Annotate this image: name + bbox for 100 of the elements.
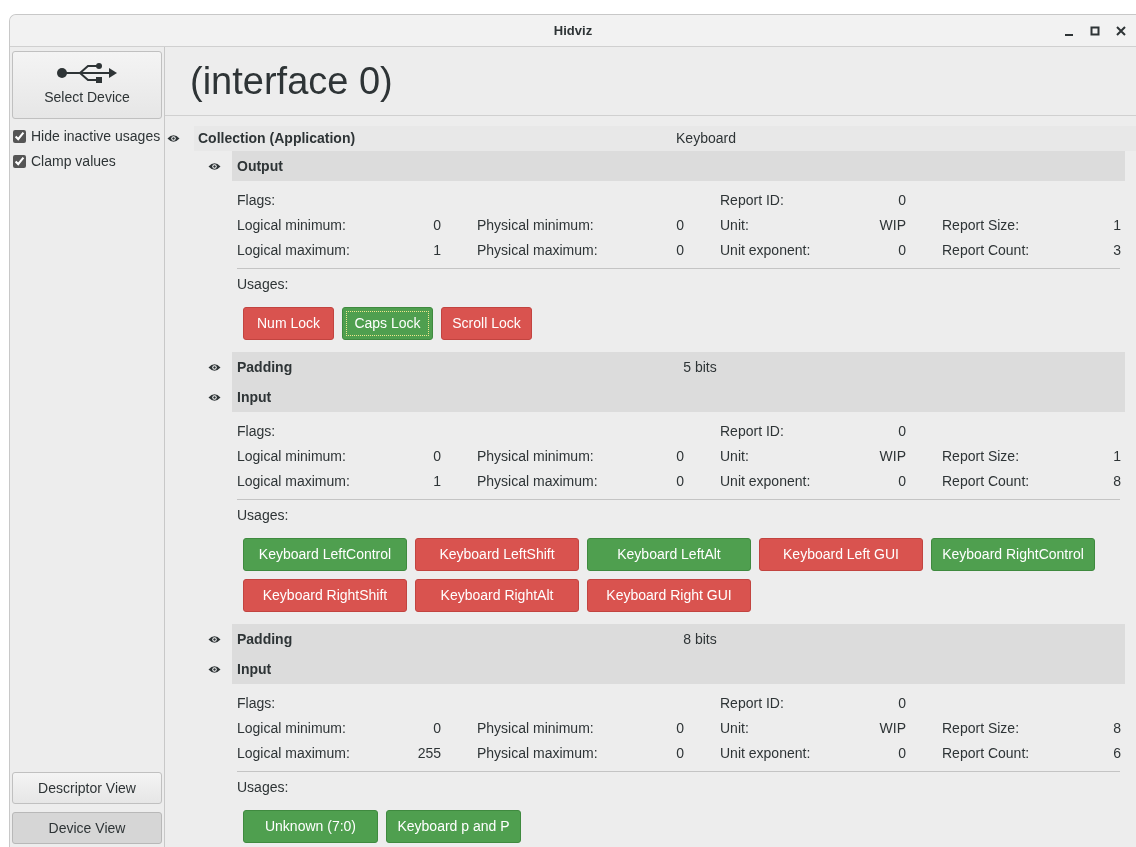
view-button[interactable]: Device View — [12, 812, 162, 844]
eye-icon[interactable] — [208, 664, 221, 674]
property-value: 0 — [898, 473, 906, 489]
property-label: Flags: — [237, 192, 276, 208]
property-value: 8 — [1113, 473, 1121, 489]
usage-button[interactable]: Keyboard LeftAlt — [587, 538, 751, 571]
usage-button[interactable]: Keyboard p and P — [386, 810, 521, 843]
property-label: Report Count: — [942, 473, 1030, 489]
usage-button[interactable]: Keyboard Right GUI — [587, 579, 751, 612]
property-label: Report ID: — [720, 423, 784, 439]
property-value: 0 — [898, 242, 906, 258]
usage-button[interactable]: Keyboard RightShift — [243, 579, 407, 612]
property-label: Unit: — [720, 720, 749, 736]
field-title: Padding — [237, 357, 293, 377]
collection-label: Collection (Application) — [198, 129, 356, 148]
property-value: WIP — [879, 217, 906, 233]
property-label: Logical maximum: — [237, 745, 350, 761]
view-button[interactable]: Descriptor View — [12, 772, 162, 804]
property-label: Physical maximum: — [477, 745, 598, 761]
field-title: Output — [237, 156, 283, 176]
property-label: Physical minimum: — [477, 217, 594, 233]
usage-button[interactable]: Keyboard RightAlt — [415, 579, 579, 612]
eye-icon[interactable] — [208, 634, 221, 644]
property-label: Unit exponent: — [720, 473, 811, 489]
property-label: Report Size: — [942, 720, 1020, 736]
usage-button[interactable]: Keyboard Left GUI — [759, 538, 923, 571]
usages-label: Usages: — [237, 275, 289, 294]
property-label: Logical maximum: — [237, 242, 350, 258]
interface-heading: (interface 0) — [165, 47, 1136, 116]
property-label: Report Size: — [942, 217, 1020, 233]
property-value: 0 — [898, 423, 906, 439]
property-value: 0 — [676, 745, 684, 761]
eye-icon[interactable] — [208, 362, 221, 372]
checkbox[interactable] — [13, 155, 26, 168]
field-title: Input — [237, 659, 272, 679]
property-value: 0 — [676, 448, 684, 464]
property-value: 0 — [676, 473, 684, 489]
property-label: Unit exponent: — [720, 242, 811, 258]
property-label: Flags: — [237, 423, 276, 439]
property-value: 255 — [417, 745, 441, 761]
property-value: WIP — [879, 720, 906, 736]
usage-button[interactable]: Keyboard LeftShift — [415, 538, 579, 571]
usage-button[interactable]: Keyboard LeftControl — [243, 538, 407, 571]
property-value: WIP — [879, 448, 906, 464]
property-label: Logical minimum: — [237, 448, 346, 464]
property-label: Report ID: — [720, 695, 784, 711]
property-value: 0 — [898, 192, 906, 208]
property-label: Physical minimum: — [477, 448, 594, 464]
window-title: Hidviz — [553, 21, 593, 40]
usage-button[interactable]: Unknown (7:0) — [243, 810, 378, 843]
checkbox-label: Hide inactive usages — [31, 127, 161, 146]
collection-value: Keyboard — [675, 129, 737, 148]
usb-icon — [56, 62, 118, 84]
property-value: 1 — [433, 242, 441, 258]
property-label: Unit: — [720, 448, 749, 464]
eye-icon[interactable] — [167, 134, 180, 143]
property-label: Physical minimum: — [477, 720, 594, 736]
property-value: 1 — [433, 473, 441, 489]
maximize-icon — [1090, 26, 1100, 36]
property-value: 0 — [898, 695, 906, 711]
property-value: 0 — [433, 720, 441, 736]
property-label: Physical maximum: — [477, 473, 598, 489]
close-icon — [1116, 26, 1126, 36]
property-label: Report Count: — [942, 242, 1030, 258]
property-value: 8 — [1113, 720, 1121, 736]
checkbox[interactable] — [13, 130, 26, 143]
property-value: 0 — [676, 720, 684, 736]
property-label: Flags: — [237, 695, 276, 711]
field-title: Input — [237, 387, 272, 407]
property-label: Report Count: — [942, 745, 1030, 761]
property-value: 3 — [1113, 242, 1121, 258]
field-title: Padding — [237, 629, 293, 649]
property-value: 1 — [1113, 217, 1121, 233]
eye-icon[interactable] — [208, 161, 221, 171]
property-value: 0 — [676, 242, 684, 258]
select-device-button[interactable]: Select Device — [12, 51, 162, 119]
property-value: 6 — [1113, 745, 1121, 761]
usages-label: Usages: — [237, 778, 289, 797]
checkbox-label: Clamp values — [31, 152, 116, 171]
property-value: 0 — [433, 217, 441, 233]
property-label: Physical maximum: — [477, 242, 598, 258]
property-value: 1 — [1113, 448, 1121, 464]
eye-icon[interactable] — [208, 392, 221, 402]
minimize-icon — [1065, 34, 1073, 36]
usage-button[interactable]: Num Lock — [243, 307, 334, 340]
usages-label: Usages: — [237, 506, 289, 525]
property-value: 0 — [676, 217, 684, 233]
property-label: Unit exponent: — [720, 745, 811, 761]
property-value: 0 — [898, 745, 906, 761]
property-label: Unit: — [720, 217, 749, 233]
property-label: Logical minimum: — [237, 217, 346, 233]
property-value: 0 — [433, 448, 441, 464]
usage-button[interactable]: Caps Lock — [342, 307, 433, 340]
padding-size: 5 bits — [682, 357, 718, 377]
usage-button[interactable]: Keyboard RightControl — [931, 538, 1095, 571]
padding-size: 8 bits — [682, 629, 718, 649]
property-label: Report ID: — [720, 192, 784, 208]
usage-button[interactable]: Scroll Lock — [441, 307, 532, 340]
property-label: Logical minimum: — [237, 720, 346, 736]
property-label: Logical maximum: — [237, 473, 350, 489]
